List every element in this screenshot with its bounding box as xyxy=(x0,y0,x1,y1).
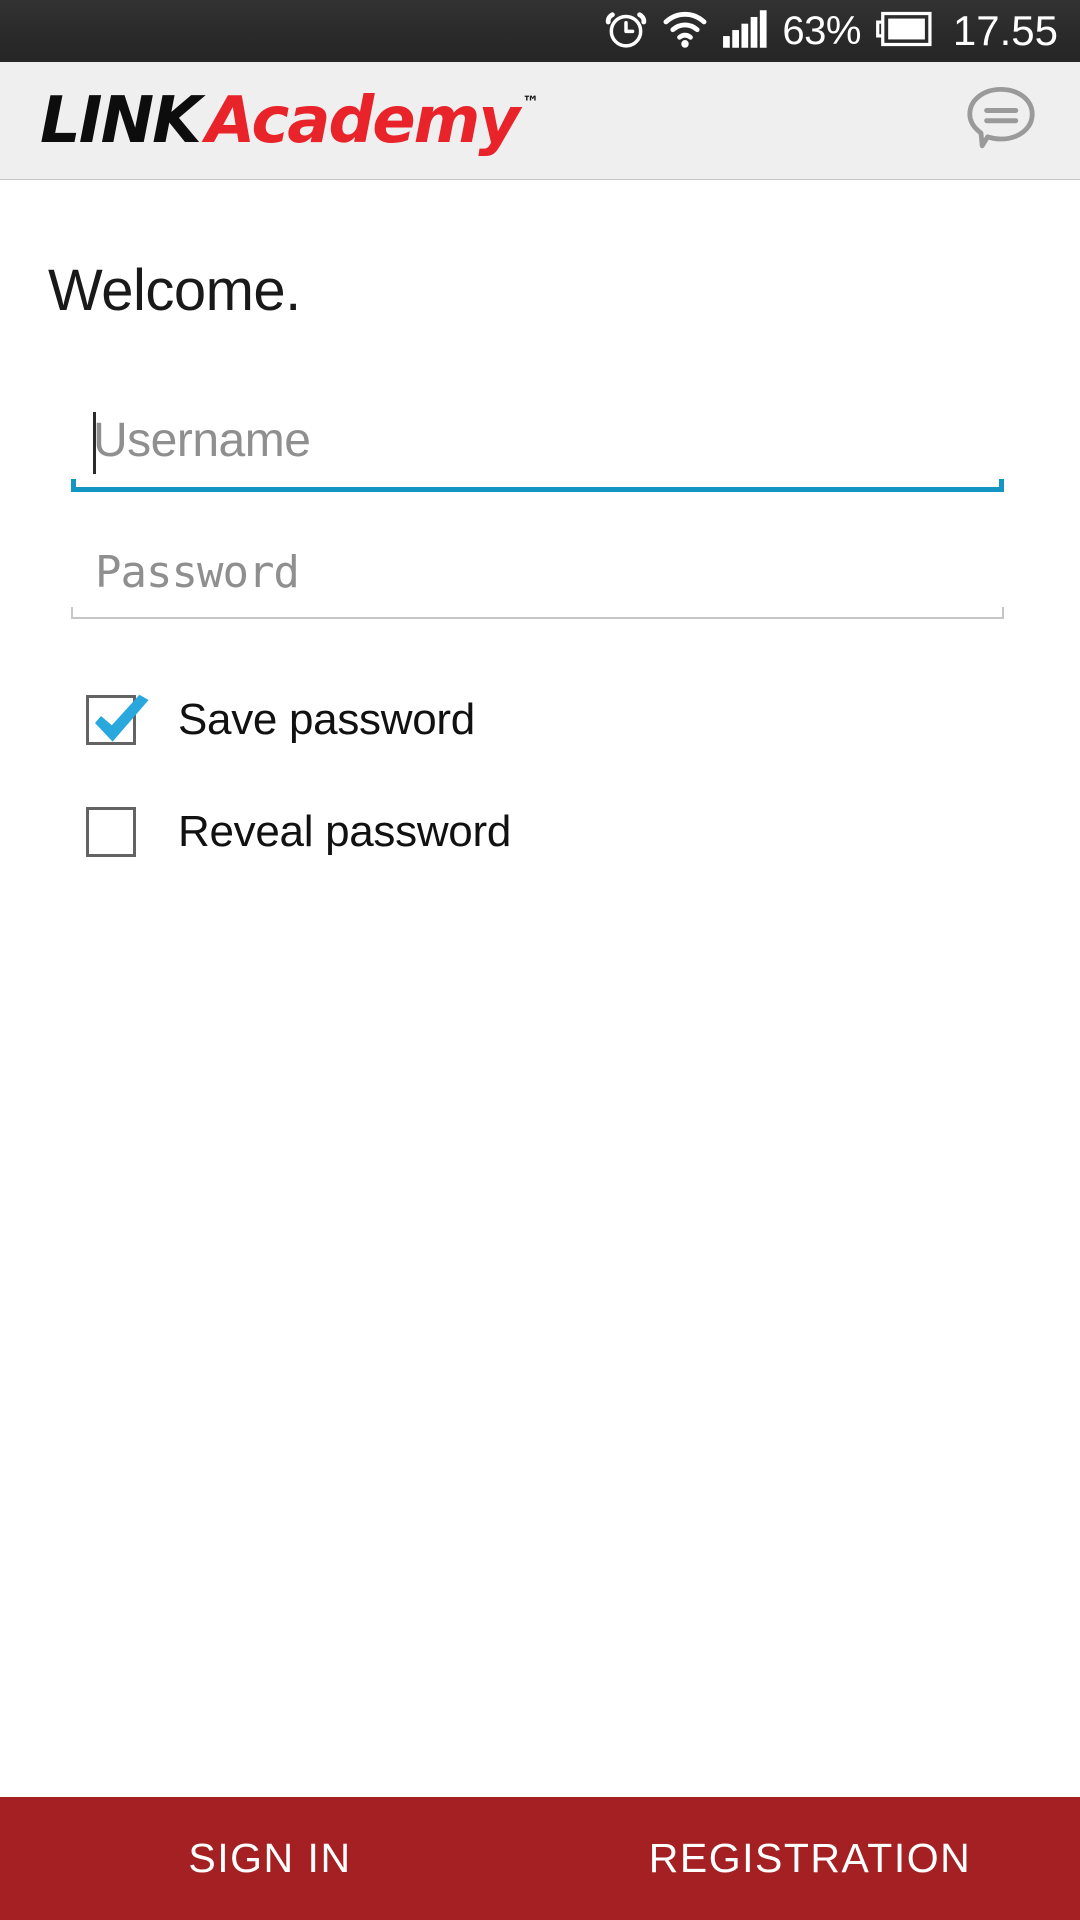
status-bar-clock: 17.55 xyxy=(952,7,1058,54)
app-logo: LINK Academy ™ xyxy=(40,89,539,153)
reveal-password-row[interactable]: Reveal password xyxy=(86,806,1012,857)
username-underline xyxy=(71,478,1004,492)
login-form: Welcome. Username Password Save password xyxy=(0,180,1080,1797)
chat-button[interactable] xyxy=(958,78,1044,164)
logo-academy-text: Academy xyxy=(205,83,520,158)
save-password-row[interactable]: Save password xyxy=(86,694,1012,745)
status-bar-indicators: 63% 17.55 xyxy=(604,7,1058,56)
bottom-action-bar: SIGN IN REGISTRATION xyxy=(0,1797,1080,1920)
alarm-clock-icon xyxy=(604,7,648,56)
reveal-password-checkbox[interactable] xyxy=(86,806,136,857)
username-field-wrapper[interactable]: Username xyxy=(71,394,1004,492)
text-caret xyxy=(93,412,96,474)
save-password-label: Save password xyxy=(178,694,475,744)
app-screen: 63% 17.55 LINK Academy ™ Welcome. Userna… xyxy=(0,0,1080,1920)
battery-percent-label: 63% xyxy=(782,9,861,53)
app-header: LINK Academy ™ xyxy=(0,62,1080,187)
password-input[interactable]: Password xyxy=(71,528,1004,617)
username-input[interactable]: Username xyxy=(71,394,1004,487)
cellular-signal-icon xyxy=(722,9,768,54)
logo-link-text: LINK xyxy=(40,83,202,158)
status-bar: 63% 17.55 xyxy=(0,0,1080,62)
trademark-symbol: ™ xyxy=(522,92,540,113)
registration-button[interactable]: REGISTRATION xyxy=(540,1797,1080,1920)
battery-icon xyxy=(875,11,933,52)
wifi-icon xyxy=(662,7,708,56)
password-underline xyxy=(71,606,1004,619)
reveal-password-label: Reveal password xyxy=(178,806,511,856)
password-field-wrapper[interactable]: Password xyxy=(71,528,1004,619)
chat-bubble-icon xyxy=(963,83,1039,158)
page-title: Welcome. xyxy=(48,258,301,323)
checkmark-icon xyxy=(79,680,161,762)
sign-in-button[interactable]: SIGN IN xyxy=(0,1797,540,1920)
save-password-checkbox[interactable] xyxy=(86,694,149,745)
